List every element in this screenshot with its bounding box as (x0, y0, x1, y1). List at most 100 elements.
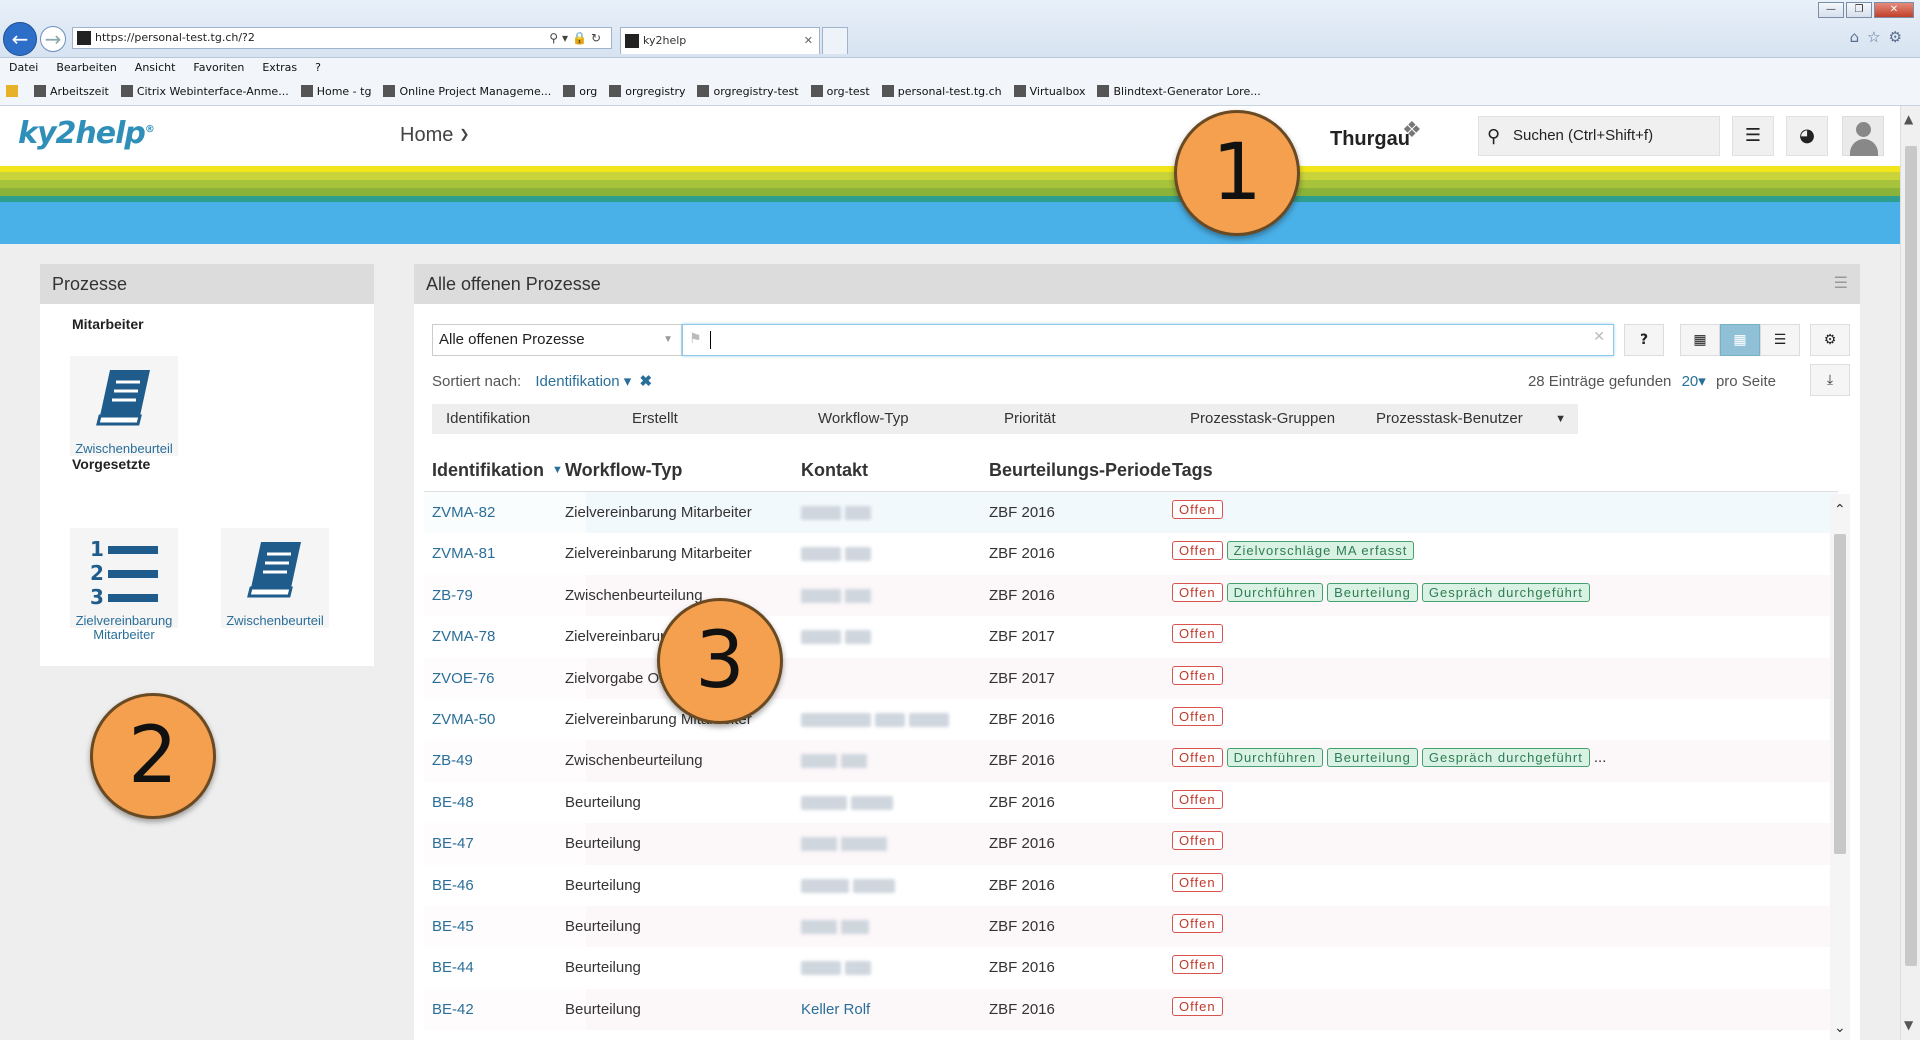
process-id-link[interactable]: BE-48 (432, 794, 474, 811)
process-id-link[interactable]: BE-44 (432, 959, 474, 976)
address-tools-icons[interactable]: ⚲▾🔒↻ (549, 28, 605, 48)
col-workflow-type[interactable]: Workflow-Typ (565, 460, 682, 481)
filter-tag-input[interactable]: ⚑ ✕ (682, 324, 1614, 356)
table-view-button[interactable]: ▦ (1720, 324, 1760, 356)
settings-button[interactable]: ⚙ (1810, 324, 1850, 356)
calendar-view-button[interactable]: ▦ (1680, 324, 1720, 356)
process-id-link[interactable]: BE-45 (432, 918, 474, 935)
panel-menu-icon[interactable]: ☰ (1834, 264, 1848, 304)
favorite-link[interactable]: Arbeitszeit (28, 78, 115, 98)
gear-icon[interactable]: ⚙ (1889, 28, 1910, 46)
list-view-button[interactable]: ☰ (1760, 324, 1800, 356)
home-icon[interactable]: ⌂ (1850, 28, 1868, 46)
favorite-link[interactable]: org-test (805, 78, 876, 98)
process-id-link[interactable]: BE-42 (432, 1001, 474, 1018)
download-button[interactable]: ⤓ (1810, 364, 1850, 396)
table-scrollbar[interactable]: ⌃ ⌄ (1830, 494, 1850, 1040)
table-row[interactable]: BE-45 Beurteilung ZBF 2016 Offen (424, 905, 1838, 948)
favorite-link[interactable]: Home - tg (295, 78, 378, 98)
menu-item[interactable]: Extras (253, 58, 306, 74)
clear-icon[interactable]: ✕ (1593, 329, 1605, 345)
user-avatar[interactable] (1842, 116, 1884, 156)
app-logo[interactable]: ky2help® (18, 116, 155, 151)
redacted-contact (801, 795, 847, 810)
chevron-down-icon[interactable]: ⌄ (1834, 1020, 1846, 1036)
new-tab-button[interactable] (822, 27, 848, 54)
process-id-link[interactable]: BE-46 (432, 877, 474, 894)
table-row[interactable]: BE-44 Beurteilung ZBF 2016 Offen (424, 947, 1838, 989)
help-button[interactable]: ? (1624, 324, 1664, 356)
process-id-link[interactable]: ZB-79 (432, 587, 473, 604)
restore-button[interactable]: ❐ (1846, 2, 1872, 18)
table-row[interactable]: ZB-79 Zwischenbeurteilung ZBF 2016 Offen Dur… (424, 574, 1838, 617)
table-row[interactable]: ZB-49 Zwischenbeurteilung ZBF 2016 Offen Dur… (424, 740, 1838, 782)
menu-item[interactable]: Favoriten (184, 58, 253, 74)
address-bar[interactable]: https://personal-test.tg.ch/?2 ⚲▾🔒↻ (72, 27, 612, 49)
process-id-link[interactable]: ZVOE-76 (432, 670, 495, 687)
tile-goal-agreement-employee[interactable]: 1 2 3 Zielvereinbarung Mitarbeiter (69, 528, 179, 642)
table-row[interactable]: ZVMA-81 Zielvereinbarung Mitarbeiter ZBF 2… (424, 533, 1838, 575)
filter-priority[interactable]: Priorität▼ (990, 404, 1206, 434)
col-tags[interactable]: Tags (1172, 460, 1213, 481)
process-id-link[interactable]: BE-47 (432, 835, 474, 852)
process-id-link[interactable]: ZVMA-82 (432, 504, 495, 521)
col-period[interactable]: Beurteilungs-Periode (989, 460, 1171, 481)
table-row[interactable]: ZVOE-76 Zielvorgabe OE ZBF 2017 Offen (424, 657, 1838, 699)
tab-close-icon[interactable]: ✕ (804, 28, 813, 53)
menu-item[interactable]: ? (306, 58, 330, 74)
favorite-link[interactable]: Online Project Manageme... (377, 78, 557, 98)
filter-created[interactable]: Erstellt▼ (618, 404, 834, 434)
process-id-link[interactable]: ZVMA-78 (432, 628, 495, 645)
favorite-star-icon[interactable] (0, 78, 28, 98)
favorite-link[interactable]: Virtualbox (1008, 78, 1092, 98)
chevron-up-icon[interactable]: ⌃ (1834, 502, 1846, 518)
forward-button[interactable]: → (40, 26, 66, 52)
filter-task-groups[interactable]: Prozesstask-Gruppen▼ (1176, 404, 1392, 434)
home-menu[interactable]: Home ❯ (400, 124, 469, 147)
scroll-up-icon[interactable]: ▲ (1904, 112, 1913, 126)
saved-filter-select[interactable]: Alle offenen Prozesse ▼ (432, 324, 682, 356)
browser-tab[interactable]: ky2help ✕ (620, 27, 820, 54)
col-contact[interactable]: Kontakt (801, 460, 868, 481)
process-id-link[interactable]: ZVMA-50 (432, 711, 495, 728)
filter-identification[interactable]: Identifikation▼ (432, 404, 648, 434)
back-button[interactable]: ← (3, 22, 37, 56)
minimize-button[interactable]: — (1818, 2, 1844, 18)
table-row[interactable]: BE-46 Beurteilung ZBF 2016 Offen (424, 864, 1838, 906)
tile-interim-review-employee[interactable]: Zwischenbeurteil (69, 356, 179, 456)
menu-item[interactable]: Bearbeiten (47, 58, 125, 74)
global-search-input[interactable]: ⚲ Suchen (Ctrl+Shift+f) (1478, 116, 1720, 156)
table-row[interactable]: ZVMA-82 Zielvereinbarung Mitarbeiter ZBF 2… (424, 492, 1838, 534)
page-scrollbar[interactable]: ▲ ▼ (1900, 106, 1920, 1040)
sort-field-dropdown[interactable]: Identifikation ▾ (535, 373, 631, 390)
table-row[interactable]: ZVMA-78 Zielvereinbarung Mitarbeiter ZBF 2… (424, 616, 1838, 658)
menu-item[interactable]: Ansicht (126, 58, 185, 74)
star-icon[interactable]: ☆ (1867, 28, 1888, 46)
scroll-down-icon[interactable]: ▼ (1904, 1018, 1913, 1032)
menu-item[interactable]: Datei (0, 58, 47, 74)
table-row[interactable]: BE-42 Beurteilung Keller Rolf ZBF 2016 Offen (424, 988, 1838, 1031)
favorite-link[interactable]: personal-test.tg.ch (876, 78, 1008, 98)
process-id-link[interactable]: ZB-49 (432, 752, 473, 769)
col-identification[interactable]: Identifikation ▼ (432, 460, 563, 481)
per-page-select[interactable]: 20▾ (1682, 373, 1706, 390)
table-row[interactable]: BE-48 Beurteilung ZBF 2016 Offen (424, 781, 1838, 824)
page-scroll-thumb[interactable] (1905, 146, 1917, 966)
table-row[interactable]: ZVMA-50 Zielvereinbarung Mitarbeiter ZBF 2… (424, 698, 1838, 741)
favorite-link[interactable]: org (557, 78, 603, 98)
filter-task-users[interactable]: Prozesstask-Benutzer ▼ (1362, 404, 1578, 434)
process-id-link[interactable]: ZVMA-81 (432, 545, 495, 562)
filter-workflow-type[interactable]: Workflow-Typ▼ (804, 404, 1020, 434)
table-row[interactable]: BE-47 Beurteilung ZBF 2016 Offen (424, 823, 1838, 865)
favorite-link[interactable]: Citrix Webinterface-Anme... (115, 78, 295, 98)
dashboard-button[interactable]: ◕ (1786, 116, 1828, 156)
close-window-button[interactable]: ✕ (1874, 2, 1914, 18)
task-list-button[interactable]: ☰ (1732, 116, 1774, 156)
table-scroll-thumb[interactable] (1834, 534, 1846, 854)
contact[interactable]: Keller Rolf (801, 1001, 870, 1018)
favorite-link[interactable]: Blindtext-Generator Lore... (1091, 78, 1266, 98)
remove-sort-icon[interactable]: ✖ (640, 373, 653, 390)
tile-interim-review-manager[interactable]: Zwischenbeurteil (220, 528, 330, 628)
favorite-link[interactable]: orgregistry (603, 78, 691, 98)
favorite-link[interactable]: orgregistry-test (691, 78, 804, 98)
